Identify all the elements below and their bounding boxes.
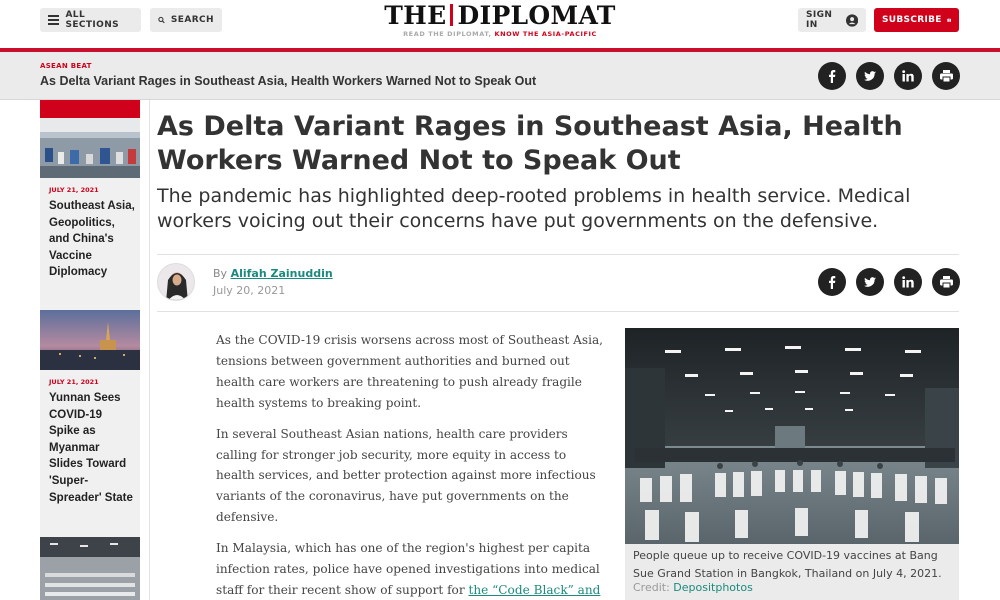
menu-icon xyxy=(48,15,60,25)
subscribe-label: SUBSCRIBE xyxy=(882,15,942,25)
facebook-icon xyxy=(829,276,836,289)
twitter-icon xyxy=(864,71,876,81)
search-button[interactable]: SEARCH xyxy=(150,8,222,32)
subscribe-button[interactable]: SUBSCRIBE xyxy=(874,8,959,32)
rail-divider xyxy=(149,100,150,600)
article-body: As the COVID-19 crisis worsens across mo… xyxy=(216,330,606,600)
publish-date: July 20, 2021 xyxy=(213,284,286,297)
twitter-icon xyxy=(864,277,876,287)
byline-prefix: By xyxy=(213,267,228,280)
rail-item-1-title[interactable]: Southeast Asia, Geopolitics, and China's… xyxy=(49,198,135,281)
gift-icon xyxy=(946,18,951,22)
share-buttons-top xyxy=(818,62,960,90)
all-sections-label: ALL SECTIONS xyxy=(65,10,120,30)
user-icon xyxy=(845,13,858,27)
search-label: SEARCH xyxy=(170,15,214,25)
photo-credit: Credit: Depositphotos xyxy=(633,581,753,594)
sign-in-button[interactable]: SIGN IN xyxy=(798,8,866,32)
print-icon xyxy=(939,276,953,289)
logo-text-left: THE xyxy=(384,1,447,30)
share-linkedin-button[interactable] xyxy=(894,268,922,296)
rail-thumbnail-2[interactable] xyxy=(40,310,140,370)
facebook-icon xyxy=(829,70,836,83)
rail-thumbnail-3[interactable] xyxy=(40,537,140,600)
credit-value[interactable]: Depositphotos xyxy=(673,581,753,594)
logo-divider xyxy=(450,4,454,26)
print-icon xyxy=(939,70,953,83)
share-linkedin-button[interactable] xyxy=(894,62,922,90)
byline: By Alifah Zainuddin xyxy=(213,267,333,280)
photo-caption: People queue up to receive COVID-19 vacc… xyxy=(633,549,942,580)
rail-item-2-title[interactable]: Yunnan Sees COVID-19 Spike as Myanmar Sl… xyxy=(49,390,135,506)
byline-top-divider xyxy=(157,254,959,255)
share-buttons-byline xyxy=(818,268,960,296)
rail-item-1-date: JULY 21, 2021 xyxy=(49,186,99,194)
site-logo[interactable]: THE DIPLOMAT READ THE DIPLOMAT, KNOW THE … xyxy=(380,1,620,39)
share-facebook-button[interactable] xyxy=(818,62,846,90)
sign-in-label: SIGN IN xyxy=(806,10,833,30)
logo-text-right: DIPLOMAT xyxy=(457,1,616,30)
article-paragraph: In several Southeast Asian nations, heal… xyxy=(216,426,596,525)
share-print-button[interactable] xyxy=(932,268,960,296)
code-black-link[interactable]: the “Code Black” and xyxy=(468,583,600,597)
tagline-grey: READ THE DIPLOMAT, xyxy=(403,30,492,38)
tagline-red: KNOW THE ASIA-PACIFIC xyxy=(494,30,597,38)
site-header: ALL SECTIONS SEARCH THE DIPLOMAT READ THE… xyxy=(0,0,1000,48)
article-dek: The pandemic has highlighted deep-rooted… xyxy=(157,185,911,232)
article-paragraph: As the COVID-19 crisis worsens across mo… xyxy=(216,333,604,410)
share-twitter-button[interactable] xyxy=(856,62,884,90)
rail-top-accent xyxy=(40,100,140,118)
sticky-article-title: As Delta Variant Rages in Southeast Asia… xyxy=(40,74,537,88)
article-headline: As Delta Variant Rages in Southeast Asia… xyxy=(157,111,903,176)
share-twitter-button[interactable] xyxy=(856,268,884,296)
byline-bottom-divider xyxy=(157,311,959,312)
logo-tagline: READ THE DIPLOMAT, KNOW THE ASIA-PACIFIC xyxy=(380,30,620,38)
section-kicker[interactable]: ASEAN BEAT xyxy=(40,62,92,70)
search-icon xyxy=(158,16,165,24)
credit-label: Credit: xyxy=(633,581,670,594)
rail-item-2-date: JULY 21, 2021 xyxy=(49,378,99,386)
article-photo[interactable] xyxy=(625,328,959,544)
all-sections-button[interactable]: ALL SECTIONS xyxy=(40,8,141,32)
share-facebook-button[interactable] xyxy=(818,268,846,296)
rail-thumbnail-1[interactable] xyxy=(40,118,140,178)
share-print-button[interactable] xyxy=(932,62,960,90)
article-paragraph: In Malaysia, which has one of the region… xyxy=(216,538,606,600)
author-link[interactable]: Alifah Zainuddin xyxy=(231,267,333,280)
linkedin-icon xyxy=(902,276,914,288)
linkedin-icon xyxy=(902,70,914,82)
author-avatar[interactable] xyxy=(157,263,195,301)
